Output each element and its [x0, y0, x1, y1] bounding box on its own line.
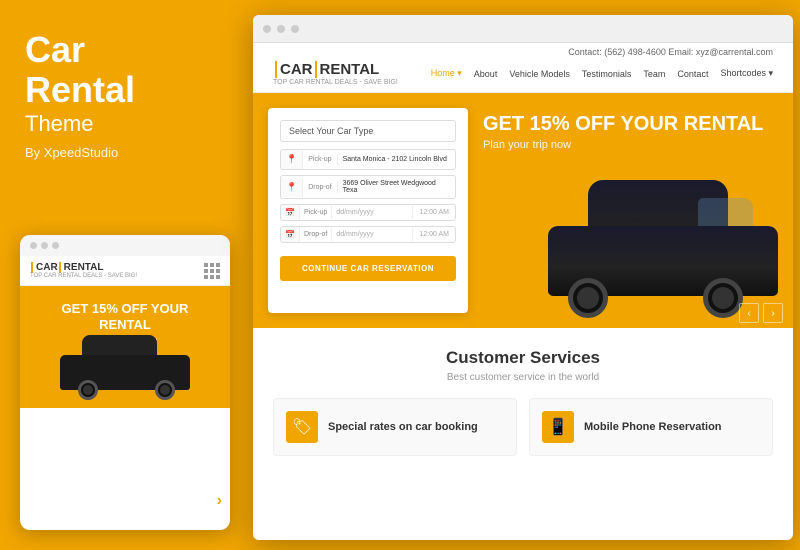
- site-tagline: TOP CAR RENTAL DEALS - SAVE BIG!: [273, 79, 398, 86]
- pickup-date-label: Pick-up: [300, 206, 332, 219]
- nav-shortcodes[interactable]: Shortcodes ▾: [720, 68, 773, 79]
- mobile-hero: GET 15% OFF YOUR RENTAL Plan your trip n…: [20, 286, 230, 408]
- mobile-hero-title: GET 15% OFF YOUR RENTAL: [30, 301, 220, 332]
- booking-form: Select Your Car Type 📍 Pick-up Santa Mon…: [268, 108, 468, 313]
- mobile-next-arrow[interactable]: ›: [217, 492, 222, 510]
- services-cards: 🏷 Special rates on car booking 📱 Mobile …: [273, 398, 773, 456]
- dropoff-location-row: 📍 Drop-of 3669 Oliver Street Wedgwood Te…: [280, 175, 456, 199]
- nav-contact[interactable]: Contact: [677, 69, 708, 79]
- services-subtitle: Best customer service in the world: [273, 372, 773, 383]
- mobile-tagline: TOP CAR RENTAL DEALS - SAVE BIG!: [30, 273, 137, 279]
- service-card-1: 🏷 Special rates on car booking: [273, 398, 517, 456]
- mobile-dot-1: [30, 242, 37, 249]
- continue-reservation-button[interactable]: CONTINUE CAR RESERVATION: [280, 256, 456, 281]
- left-title: Car Rental: [25, 30, 220, 109]
- browser-circle-1: [263, 25, 271, 33]
- mobile-car-image: [60, 345, 190, 400]
- browser-titlebar: [253, 15, 793, 43]
- nav-team[interactable]: Team: [643, 69, 665, 79]
- mobile-dots: [20, 235, 230, 256]
- site-header: Contact: (562) 498-4600 Email: xyz@carre…: [253, 43, 793, 93]
- nav-testimonials[interactable]: Testimonials: [582, 69, 632, 79]
- mobile-dot-2: [41, 242, 48, 249]
- calendar-icon-dropoff: 📅: [281, 227, 300, 242]
- pickup-time: 12:00 AM: [412, 206, 455, 219]
- service-text-1: Special rates on car booking: [328, 421, 478, 433]
- pickup-location-icon: 📍: [281, 150, 303, 169]
- nav-home[interactable]: Home ▾: [431, 68, 462, 79]
- pickup-label: Pick-up: [303, 154, 337, 165]
- nav-row: CARRENTAL TOP CAR RENTAL DEALS - SAVE BI…: [273, 61, 773, 86]
- nav-vehicles[interactable]: Vehicle Models: [509, 69, 570, 79]
- site-nav: Home ▾ About Vehicle Models Testimonials…: [431, 68, 773, 79]
- pickup-location-row: 📍 Pick-up Santa Monica - 2102 Lincoln Bl…: [280, 149, 456, 170]
- car-type-select[interactable]: Select Your Car Type: [280, 120, 456, 142]
- dropoff-date: dd/mm/yyyy: [332, 228, 412, 241]
- dropoff-date-label: Drop-of: [300, 228, 332, 241]
- service-text-2: Mobile Phone Reservation: [584, 421, 722, 433]
- browser-window: Contact: (562) 498-4600 Email: xyz@carre…: [253, 15, 793, 540]
- hero-nav-arrows: ‹ ›: [739, 303, 783, 323]
- left-subtitle: Theme: [25, 111, 220, 137]
- service-card-2: 📱 Mobile Phone Reservation: [529, 398, 773, 456]
- service-icon-2: 📱: [542, 411, 574, 443]
- site-logo: CARRENTAL TOP CAR RENTAL DEALS - SAVE BI…: [273, 61, 398, 86]
- browser-circle-2: [277, 25, 285, 33]
- dropoff-time: 12:00 AM: [412, 228, 455, 241]
- dropoff-value: 3669 Oliver Street Wedgwood Texa: [338, 176, 455, 198]
- mobile-logo: CARRENTAL: [30, 262, 137, 273]
- dropoff-label: Drop-of: [303, 182, 337, 193]
- nav-about[interactable]: About: [474, 69, 498, 79]
- dropoff-datetime-row: 📅 Drop-of dd/mm/yyyy 12:00 AM: [280, 226, 456, 243]
- browser-circle-3: [291, 25, 299, 33]
- contact-bar: Contact: (562) 498-4600 Email: xyz@carre…: [273, 47, 773, 57]
- hero-plan: Plan your trip now: [483, 139, 778, 151]
- hero-discount: GET 15% OFF YOUR RENTAL: [483, 113, 778, 135]
- service-icon-1: 🏷: [286, 411, 318, 443]
- mobile-dot-3: [52, 242, 59, 249]
- grid-icon: [204, 263, 220, 279]
- hero-prev-arrow[interactable]: ‹: [739, 303, 759, 323]
- services-title: Customer Services: [273, 348, 773, 368]
- calendar-icon-pickup: 📅: [281, 205, 300, 220]
- left-panel: Car Rental Theme By XpeedStudio CARRENTA…: [0, 0, 245, 550]
- site-logo-text: CARRENTAL: [273, 61, 398, 78]
- pickup-date: dd/mm/yyyy: [332, 206, 412, 219]
- services-section: Customer Services Best customer service …: [253, 328, 793, 466]
- hero-right: GET 15% OFF YOUR RENTAL Plan your trip n…: [468, 93, 793, 328]
- hero-section: Select Your Car Type 📍 Pick-up Santa Mon…: [253, 93, 793, 328]
- left-by: By XpeedStudio: [25, 145, 220, 160]
- mobile-header: CARRENTAL TOP CAR RENTAL DEALS - SAVE BI…: [20, 256, 230, 286]
- mobile-mockup: CARRENTAL TOP CAR RENTAL DEALS - SAVE BI…: [20, 235, 230, 530]
- pickup-value: Santa Monica - 2102 Lincoln Blvd: [338, 152, 455, 167]
- hero-car-image: [543, 198, 783, 318]
- hero-next-arrow[interactable]: ›: [763, 303, 783, 323]
- pickup-datetime-row: 📅 Pick-up dd/mm/yyyy 12:00 AM: [280, 204, 456, 221]
- dropoff-location-icon: 📍: [281, 178, 303, 197]
